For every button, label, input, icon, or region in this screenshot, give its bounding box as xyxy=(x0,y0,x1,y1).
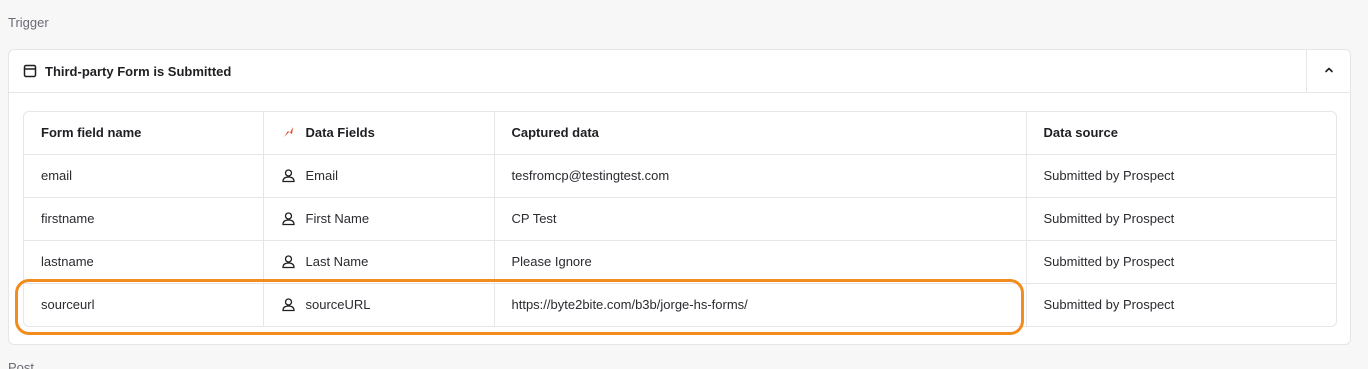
cell-data-source: Submitted by Prospect xyxy=(1026,197,1336,241)
fields-table: Form field name Data Fields Captured dat… xyxy=(23,111,1337,327)
cell-captured-data: https://byte2bite.com/b3b/jorge-hs-forms… xyxy=(494,283,1027,326)
cell-data-source: Submitted by Prospect xyxy=(1026,240,1336,284)
data-field-label: sourceURL xyxy=(305,297,371,313)
cell-data-field: Email xyxy=(263,154,495,198)
person-icon xyxy=(281,297,296,312)
cell-data-source: Submitted by Prospect xyxy=(1026,154,1336,198)
data-field-label: First Name xyxy=(305,211,370,226)
data-field-label: Email xyxy=(305,168,339,183)
trigger-card-header[interactable]: Third-party Form is Submitted xyxy=(9,50,1350,93)
cell-data-source: Submitted by Prospect xyxy=(1043,297,1175,313)
cell-data-field: sourceURL xyxy=(263,283,495,326)
trigger-card: Third-party Form is Submitted Form field… xyxy=(8,49,1351,345)
cell-captured-data: CP Test xyxy=(494,197,1027,241)
header-captured-data: Captured data xyxy=(494,112,1027,155)
cell-captured-data: Please Ignore xyxy=(494,240,1027,284)
cell-data-field: Last Name xyxy=(263,240,495,284)
cell-data-field: First Name xyxy=(263,197,495,241)
section-label-post: Post xyxy=(8,360,35,369)
cell-captured-data: tesfromcp@testingtest.com xyxy=(494,154,1027,198)
person-icon xyxy=(281,211,296,226)
header-data-fields-label: Data Fields xyxy=(305,125,375,141)
table-header-row: Form field name Data Fields Captured dat… xyxy=(24,112,1336,155)
cell-field-name: email xyxy=(24,154,264,198)
header-data-source: Data source xyxy=(1026,112,1336,155)
cell-field-name: sourceurl xyxy=(24,283,264,326)
table-row: firstname First Name CP Test Submitted b… xyxy=(24,197,1336,241)
table-row: sourceurl sourceURL https://byte2bite.co… xyxy=(24,283,1336,326)
header-form-field-name: Form field name xyxy=(24,112,264,155)
table-row: email Email tesfromcp@testingtest.com Su… xyxy=(24,154,1336,198)
data-field-label: Last Name xyxy=(305,254,369,269)
table-row: lastname Last Name Please Ignore Submitt… xyxy=(24,240,1336,284)
person-icon xyxy=(281,254,296,269)
cell-field-name: lastname xyxy=(24,240,264,284)
person-icon xyxy=(281,168,296,183)
collapse-button[interactable] xyxy=(1306,50,1350,93)
header-data-fields: Data Fields xyxy=(263,112,495,155)
section-label-trigger: Trigger xyxy=(8,15,49,30)
trigger-title: Third-party Form is Submitted xyxy=(45,63,232,79)
chevron-up-icon xyxy=(1323,63,1335,81)
form-icon xyxy=(23,64,37,78)
brand-logo-icon xyxy=(281,125,296,140)
cell-field-name: firstname xyxy=(24,197,264,241)
